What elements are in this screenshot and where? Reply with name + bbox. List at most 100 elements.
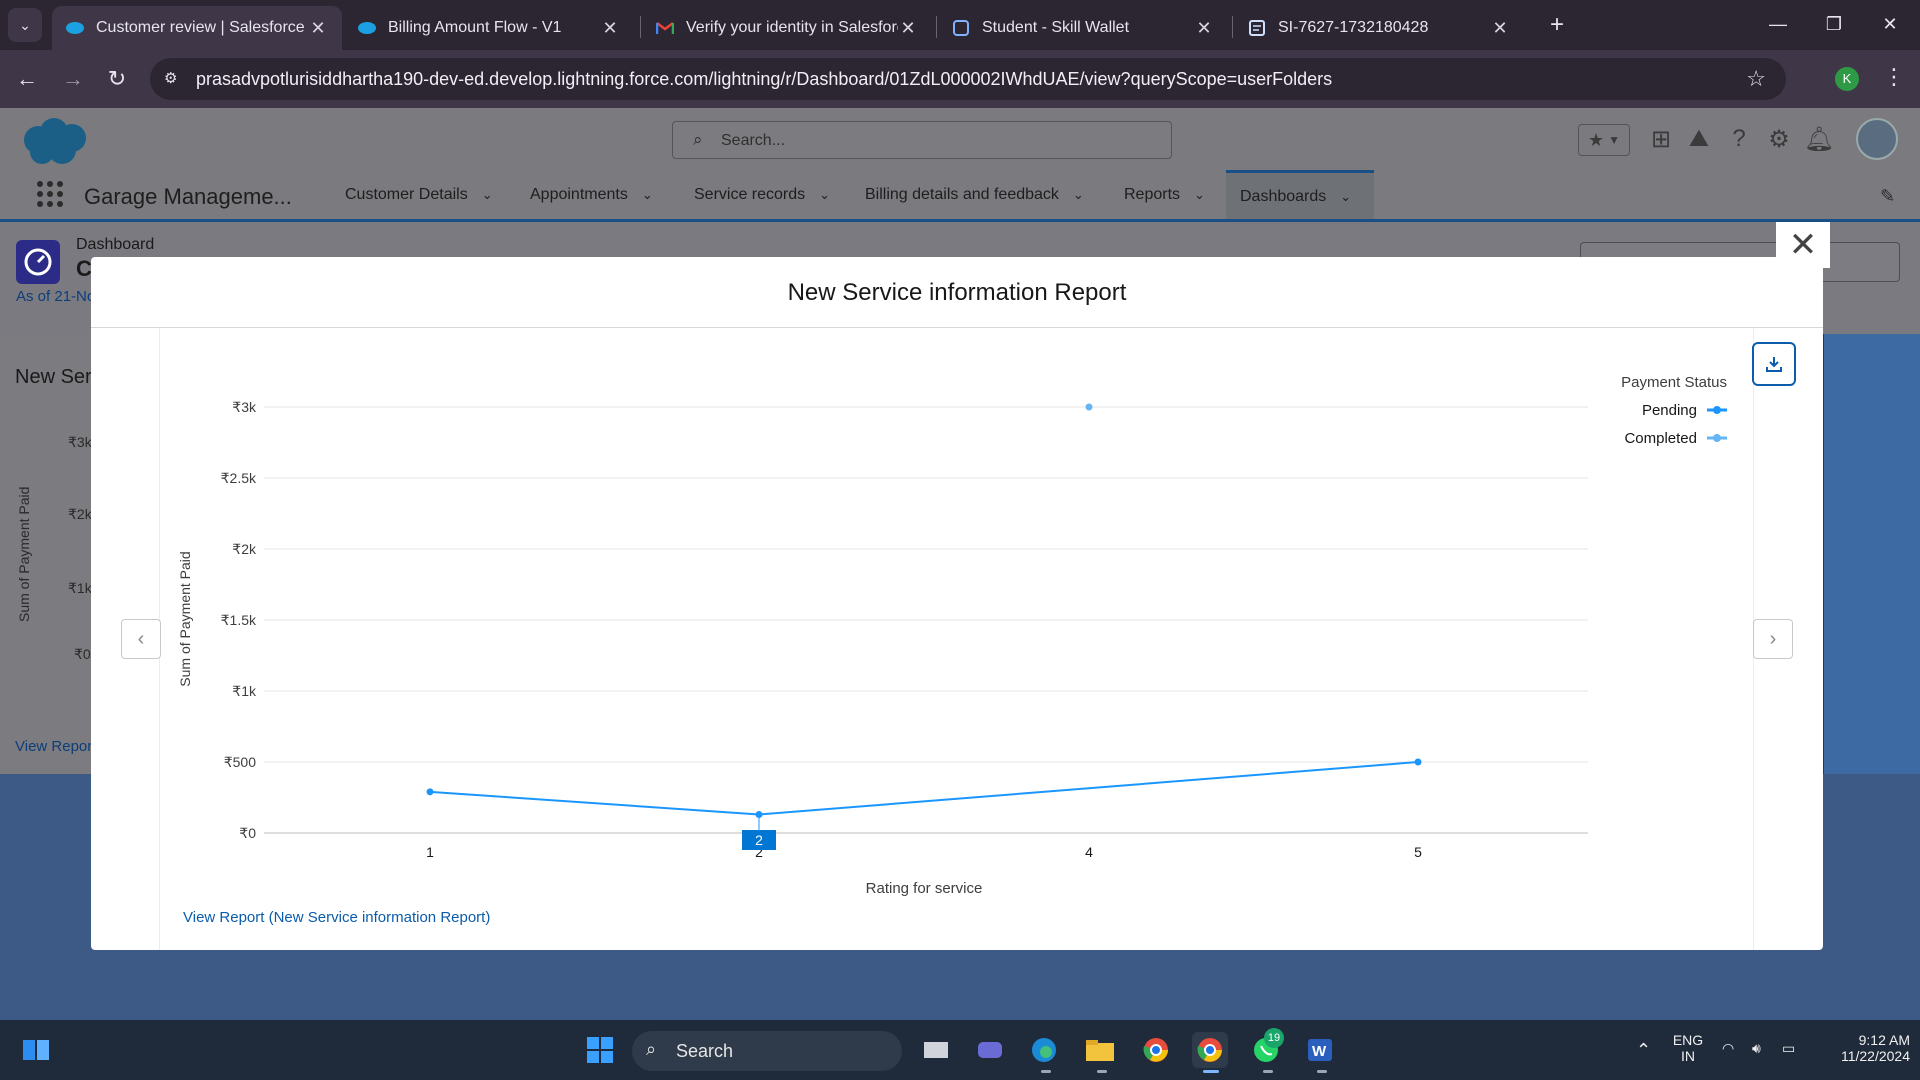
nav-service-records[interactable]: Service records ⌄ [694,170,830,220]
language-indicator[interactable]: ENG IN [1670,1032,1706,1064]
widgets-icon[interactable] [18,1032,54,1068]
help-icon[interactable]: ? [1722,122,1756,156]
nav-dashboards[interactable]: Dashboards ⌄ [1226,170,1374,220]
nav-billing-details[interactable]: Billing details and feedback ⌄ [865,170,1084,220]
tab-title: Customer review | Salesforce [96,19,305,36]
forward-button[interactable]: → [58,64,88,94]
teams-meet-icon[interactable] [972,1032,1008,1068]
notification-badge: 19 [1264,1028,1284,1048]
dashboard-background [1824,334,1920,774]
bookmark-star-icon[interactable]: ☆ [1746,66,1766,92]
close-tab-icon[interactable]: ✕ [1490,18,1510,39]
svg-text:W: W [1312,1043,1327,1060]
url-text: prasadvpotlurisiddhartha190-dev-ed.devel… [196,69,1333,89]
search-icon: ⌕ [646,1039,657,1059]
running-indicator [1263,1070,1273,1073]
nav-appointments[interactable]: Appointments ⌄ [530,170,653,220]
close-tab-icon[interactable]: ✕ [898,18,918,39]
edit-nav-pencil-icon[interactable]: ✎ [1880,186,1895,207]
browser-menu-icon[interactable]: ⋮ [1883,64,1905,90]
site-settings-icon[interactable]: ⚙ [164,69,184,89]
tab-separator [640,16,641,38]
windows-start-icon[interactable] [582,1032,618,1068]
profile-avatar[interactable]: K [1835,67,1859,91]
close-tab-icon[interactable]: ✕ [308,18,328,39]
tab-customer-review[interactable]: Customer review | Salesforce ✕ [52,6,342,50]
wifi-icon[interactable]: ◠ [1722,1040,1734,1057]
tray-overflow-chevron-icon[interactable]: ⌃ [1636,1040,1651,1061]
url-field[interactable]: ⚙ prasadvpotlurisiddhartha190-dev-ed.dev… [150,58,1786,100]
close-window-button[interactable]: ✕ [1862,0,1918,48]
tab-billing-amount-flow[interactable]: Billing Amount Flow - V1 ✕ [344,6,634,50]
close-tab-icon[interactable]: ✕ [600,18,620,39]
y-axis-title: Sum of Payment Paid [177,551,193,686]
document-icon [1248,19,1266,37]
user-avatar[interactable] [1856,118,1898,160]
tab-title: Verify your identity in Salesforce [686,19,898,36]
y-tick-label: ₹2k [232,541,257,557]
y-tick-label: ₹0 [239,825,256,841]
chevron-down-icon[interactable]: ⌄ [642,187,653,203]
restore-button[interactable]: ❐ [1806,0,1862,48]
nav-label: Reports [1124,186,1181,203]
close-tab-icon[interactable]: ✕ [1194,18,1214,39]
x-tick-label: 5 [1414,844,1422,860]
clock[interactable]: 9:12 AM 11/22/2024 [1814,1032,1910,1064]
chevron-down-icon[interactable]: ⌄ [1073,187,1084,203]
legend-entry-pending: Pending [1642,402,1697,419]
chrome-icon[interactable] [1138,1032,1174,1068]
notifications-bell-icon[interactable]: 🔔︎ [1802,122,1836,156]
tab-skill-wallet[interactable]: Student - Skill Wallet ✕ [938,6,1228,50]
global-search-input[interactable]: ⌕ Search... [672,121,1172,159]
dashboard-component-panel [0,334,92,774]
view-report-link[interactable]: View Report (New Service information Rep… [183,909,490,926]
nav-label: Appointments [530,186,628,203]
axis-tick: ₹0 [74,646,91,662]
back-button[interactable]: ← [12,64,42,94]
chevron-down-icon[interactable]: ⌄ [819,187,830,203]
taskbar-search[interactable]: ⌕ Search [632,1031,902,1071]
chevron-down-icon[interactable]: ⌄ [1194,187,1205,203]
y-tick-label: ₹3k [232,399,257,415]
reload-button[interactable]: ↻ [102,64,132,94]
tab-separator [1232,16,1233,38]
date-text: 11/22/2024 [1840,1048,1910,1064]
tab-si-7627[interactable]: SI-7627-1732180428 ✕ [1234,6,1524,50]
running-indicator [1203,1070,1219,1073]
x-tick-label: 1 [426,844,434,860]
tab-search-button[interactable]: ⌄ [8,8,42,42]
running-indicator [1317,1070,1327,1073]
battery-icon[interactable]: ▭ [1782,1040,1795,1057]
x-tick-label: 4 [1085,844,1093,860]
tab-verify-identity[interactable]: Verify your identity in Salesforce ✕ [642,6,932,50]
region-code: IN [1681,1048,1695,1064]
view-report-link[interactable]: View Repor [15,738,92,755]
axis-tick: ₹3k [68,434,92,450]
chrome-profile-icon[interactable] [1192,1032,1228,1068]
setup-gear-icon[interactable]: ⚙ [1762,122,1796,156]
y-tick-label: ₹2.5k [221,470,257,486]
salesforce-logo[interactable] [18,116,92,168]
new-tab-button[interactable]: + [1542,10,1572,40]
chevron-down-icon[interactable]: ⌄ [482,187,493,203]
trailhead-icon[interactable]: ⛰ [1682,122,1716,156]
task-view-icon[interactable] [918,1032,954,1068]
edge-browser-icon[interactable] [1026,1032,1062,1068]
windows-taskbar [0,1020,1920,1080]
global-actions-icon[interactable]: ⊞ [1644,122,1678,156]
nav-customer-details[interactable]: Customer Details ⌄ [345,170,493,220]
chevron-down-icon[interactable]: ⌄ [1340,189,1351,205]
file-explorer-icon[interactable] [1082,1032,1118,1068]
word-icon[interactable]: W [1302,1032,1338,1068]
volume-icon[interactable]: 🔊︎ [1752,1040,1761,1057]
language-code: ENG [1672,1032,1704,1048]
app-launcher-icon[interactable] [36,180,64,208]
skillwallet-icon [952,19,970,37]
minimize-button[interactable]: — [1750,0,1806,48]
nav-reports[interactable]: Reports ⌄ [1124,170,1205,220]
data-point-completed [1085,403,1093,411]
dashboard-title: C [76,256,92,281]
favorites-button[interactable]: ★ ▼ [1578,124,1630,156]
line-chart: ₹0 ₹500 ₹1k ₹1.5k ₹2k ₹2.5k ₹3k 1 2 4 5 Rating for … [177,374,1727,897]
chevron-down-icon: ▼ [1608,133,1621,147]
